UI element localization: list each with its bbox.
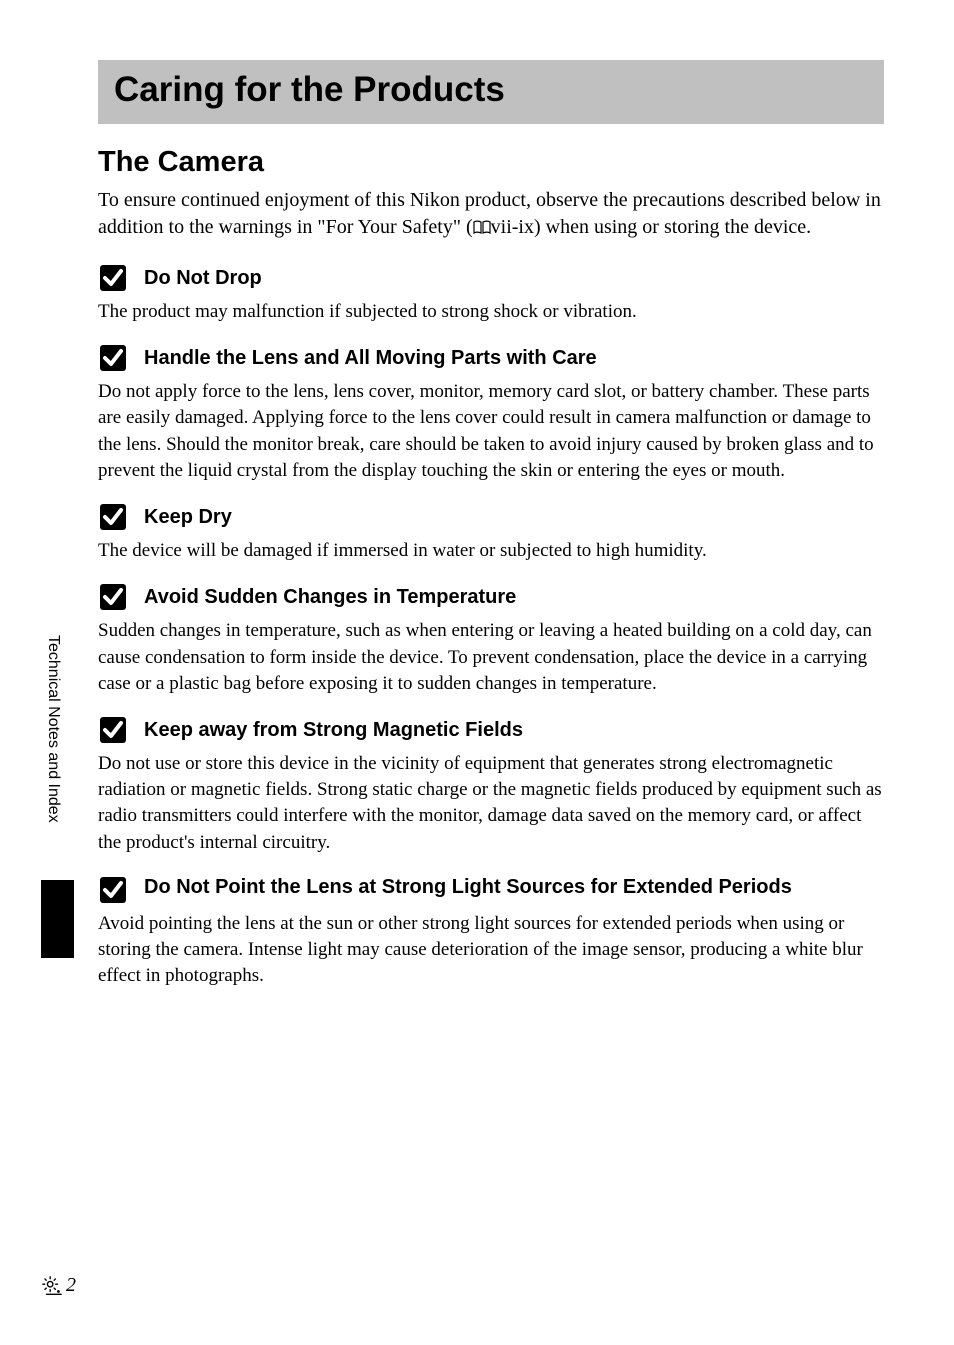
- caution-title: Keep Dry: [144, 504, 232, 530]
- caution-checkmark-icon: [98, 875, 128, 905]
- book-reference-icon: [473, 220, 491, 234]
- caution-title: Handle the Lens and All Moving Parts wit…: [144, 345, 597, 371]
- settings-sun-icon: [41, 1275, 63, 1297]
- caution-checkmark-icon: [98, 502, 128, 532]
- caution-body: The device will be damaged if immersed i…: [98, 538, 884, 564]
- caution-body: The product may malfunction if subjected…: [98, 299, 884, 325]
- caution-header: Keep away from Strong Magnetic Fields: [98, 715, 884, 745]
- caution-header: Keep Dry: [98, 502, 884, 532]
- page-number: 2: [41, 1274, 76, 1297]
- caution-title: Do Not Point the Lens at Strong Light So…: [144, 874, 792, 900]
- caution-title: Do Not Drop: [144, 265, 262, 291]
- caution-block-magnetic: Keep away from Strong Magnetic Fields Do…: [98, 715, 884, 856]
- side-tab-label: Technical Notes and Index: [44, 635, 62, 823]
- caution-body: Do not apply force to the lens, lens cov…: [98, 379, 884, 484]
- caution-checkmark-icon: [98, 263, 128, 293]
- caution-header: Handle the Lens and All Moving Parts wit…: [98, 343, 884, 373]
- caution-block-dry: Keep Dry The device will be damaged if i…: [98, 502, 884, 564]
- caution-checkmark-icon: [98, 582, 128, 612]
- caution-body: Do not use or store this device in the v…: [98, 751, 884, 856]
- caution-header: Avoid Sudden Changes in Temperature: [98, 582, 884, 612]
- intro-text-part2: vii-ix) when using or storing the device…: [491, 216, 812, 238]
- caution-block-temperature: Avoid Sudden Changes in Temperature Sudd…: [98, 582, 884, 697]
- caution-checkmark-icon: [98, 343, 128, 373]
- page-title: Caring for the Products: [98, 60, 884, 124]
- caution-block-light: Do Not Point the Lens at Strong Light So…: [98, 874, 884, 990]
- caution-header: Do Not Drop: [98, 263, 884, 293]
- caution-body: Sudden changes in temperature, such as w…: [98, 618, 884, 697]
- caution-title: Avoid Sudden Changes in Temperature: [144, 584, 516, 610]
- caution-header: Do Not Point the Lens at Strong Light So…: [98, 874, 884, 905]
- caution-body: Avoid pointing the lens at the sun or ot…: [98, 911, 884, 990]
- section-title: The Camera: [98, 146, 884, 179]
- page-number-value: 2: [66, 1274, 76, 1297]
- side-tab-marker: [41, 880, 74, 958]
- caution-checkmark-icon: [98, 715, 128, 745]
- caution-block-drop: Do Not Drop The product may malfunction …: [98, 263, 884, 325]
- caution-block-lens: Handle the Lens and All Moving Parts wit…: [98, 343, 884, 484]
- caution-title: Keep away from Strong Magnetic Fields: [144, 717, 523, 743]
- intro-paragraph: To ensure continued enjoyment of this Ni…: [98, 187, 884, 241]
